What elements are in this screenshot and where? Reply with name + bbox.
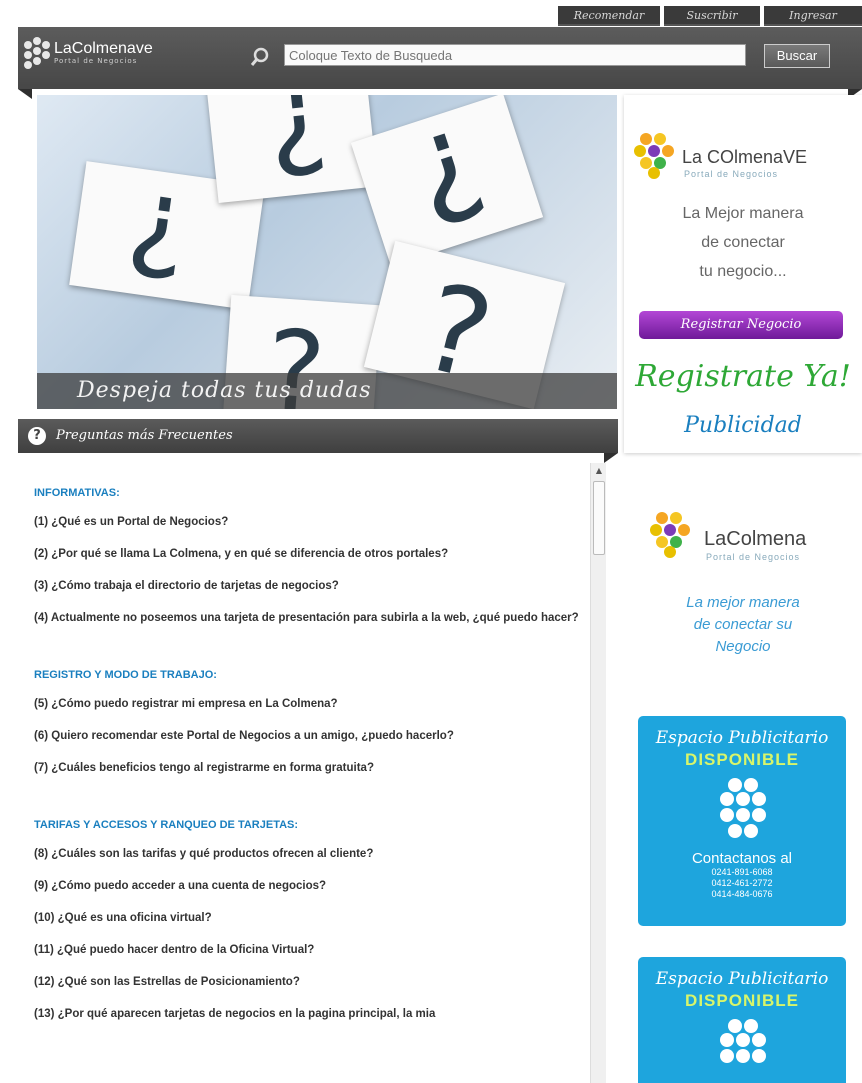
faq-question[interactable]: (3) ¿Cómo trabaja el directorio de tarje… — [34, 579, 580, 594]
logo-name: LaColmenave — [54, 40, 153, 57]
faq-question[interactable]: (7) ¿Cuáles beneficios tengo al registra… — [34, 761, 580, 776]
slogan-line: de conectar su — [693, 616, 793, 633]
ad-status: DISPONIBLE — [685, 991, 799, 1010]
question-card-3: ? — [350, 95, 544, 267]
sidebar-promo: La COlmenaVE Portal de Negocios La Mejor… — [624, 95, 862, 453]
ad-status: DISPONIBLE — [685, 750, 799, 769]
colmena-logo-icon — [634, 133, 680, 179]
register-now-link[interactable]: Registrate Ya! — [624, 359, 862, 394]
colmena-logo-icon — [650, 512, 696, 558]
faq-list: INFORMATIVAS: (1) ¿Qué es un Portal de N… — [22, 463, 590, 1083]
register-business-button[interactable]: Registrar Negocio — [639, 311, 843, 339]
top-nav: Recomendar Suscribir Ingresar — [558, 6, 862, 26]
question-circle-icon: ? — [28, 427, 46, 445]
faq-header: ? Preguntas más Frecuentes — [18, 419, 618, 453]
faq-question[interactable]: (11) ¿Qué puedo hacer dentro de la Ofici… — [34, 943, 580, 958]
faq-scrollbar[interactable]: ▲ — [590, 463, 606, 1083]
brand-subtitle: Portal de Negocios — [706, 552, 801, 562]
ad-title: Espacio Publicitario — [655, 728, 829, 748]
faq-question[interactable]: (10) ¿Qué es una oficina virtual? — [34, 911, 580, 926]
faq-question[interactable]: (12) ¿Qué son las Estrellas de Posiciona… — [34, 975, 580, 990]
sidebar-logo-subtitle: Portal de Negocios — [684, 169, 779, 179]
header-bar: LaColmenave Portal de Negocios Buscar — [18, 27, 862, 89]
sidebar-logo-name: La COlmenaVE — [682, 147, 808, 167]
slogan-line: Negocio — [715, 638, 771, 655]
ad-title: Espacio Publicitario — [655, 969, 829, 989]
top-nav-recomendar[interactable]: Recomendar — [558, 6, 660, 26]
hexagon-icon — [716, 1019, 768, 1083]
faq-question[interactable]: (5) ¿Cómo puedo registrar mi empresa en … — [34, 697, 580, 712]
slogan-line: tu negocio... — [699, 263, 787, 280]
faq-section-title: INFORMATIVAS: — [34, 487, 120, 499]
sidebar-slogan: La Mejor manera de conectar tu negocio..… — [624, 199, 862, 286]
search-input[interactable] — [284, 44, 746, 66]
slogan-line: La mejor manera — [686, 594, 800, 611]
ad-space-card[interactable]: Espacio Publicitario DISPONIBLE Contacta… — [638, 716, 846, 926]
faq-question[interactable]: (4) Actualmente no poseemos una tarjeta … — [34, 611, 580, 626]
faq-title: Preguntas más Frecuentes — [56, 428, 233, 443]
faq-section-title: TARIFAS Y ACCESOS Y RANQUEO DE TARJETAS: — [34, 819, 299, 831]
publicidad-link[interactable]: Publicidad — [624, 413, 862, 438]
scroll-thumb[interactable] — [593, 481, 605, 555]
site-logo[interactable]: LaColmenave Portal de Negocios — [24, 37, 153, 69]
ad-phone: 0412-461-2772 — [711, 878, 773, 888]
logo-hexagon-icon — [24, 37, 52, 69]
faq-question[interactable]: (2) ¿Por qué se llama La Colmena, y en q… — [34, 547, 580, 562]
ad-contact-label: Contactanos al — [691, 850, 793, 867]
search-icon — [250, 47, 269, 66]
faq-question[interactable]: (13) ¿Por qué aparecen tarjetas de negoc… — [34, 1007, 580, 1022]
hexagon-icon — [716, 778, 768, 844]
top-nav-suscribir[interactable]: Suscribir — [664, 6, 760, 26]
faq-question[interactable]: (6) Quiero recomendar este Portal de Neg… — [34, 729, 580, 744]
ad-space-card[interactable]: Espacio Publicitario DISPONIBLE — [638, 957, 846, 1083]
top-nav-ingresar[interactable]: Ingresar — [764, 6, 862, 26]
faq-question[interactable]: (9) ¿Cómo puedo acceder a una cuenta de … — [34, 879, 580, 894]
hero-banner: ? ? ? ? ? Despeja todas tus dudas — [37, 95, 617, 409]
svg-text:?: ? — [120, 167, 196, 302]
faq-question[interactable]: (1) ¿Qué es un Portal de Negocios? — [34, 515, 580, 530]
faq-question[interactable]: (8) ¿Cuáles son las tarifas y qué produc… — [34, 847, 580, 862]
logo-subtitle: Portal de Negocios — [54, 57, 138, 65]
brand-name: LaColmena — [704, 528, 807, 550]
hero-caption: Despeja todas tus dudas — [77, 378, 372, 403]
scroll-up-arrow-icon[interactable]: ▲ — [591, 463, 607, 479]
svg-text:?: ? — [397, 99, 501, 251]
ad-phone: 0414-484-0676 — [711, 889, 773, 899]
search-button[interactable]: Buscar — [764, 44, 830, 68]
ad-phone: 0241-891-6068 — [711, 867, 773, 877]
colmena-brand-block: LaColmena Portal de Negocios La mejor ma… — [624, 500, 862, 680]
slogan-line: de conectar — [701, 234, 785, 251]
svg-text:?: ? — [262, 95, 333, 199]
slogan-line: La Mejor manera — [682, 205, 804, 222]
faq-section-title: REGISTRO Y MODO DE TRABAJO: — [34, 669, 217, 681]
brand-slogan: La mejor manera de conectar su Negocio — [624, 592, 862, 658]
